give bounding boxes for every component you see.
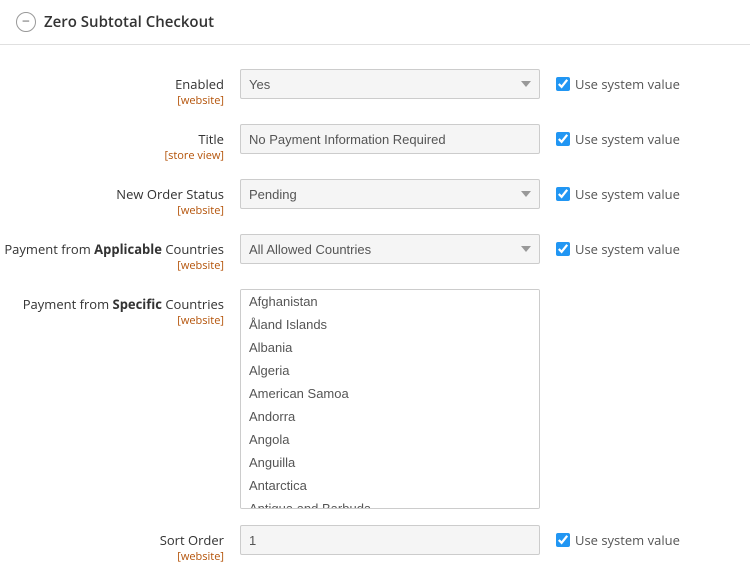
sort-order-row: Sort Order [website] Use system value (0, 517, 750, 572)
payment-applicable-system-value-col: Use system value (540, 234, 680, 258)
title-system-value-text: Use system value (575, 130, 680, 148)
title-field (240, 124, 540, 154)
payment-specific-label-start: Payment from (23, 295, 113, 313)
enabled-label-col: Enabled [website] (0, 69, 240, 108)
payment-specific-label-end: Countries (162, 295, 224, 313)
enabled-system-value-col: Use system value (540, 69, 680, 93)
title-system-value-label[interactable]: Use system value (556, 130, 680, 148)
title-label-col: Title [store view] (0, 124, 240, 163)
enabled-scope: [website] (0, 93, 224, 108)
collapse-button[interactable] (16, 12, 36, 32)
payment-specific-field: AfghanistanÅland IslandsAlbaniaAlgeriaAm… (240, 289, 540, 509)
payment-applicable-field: All Allowed Countries Specific Countries (240, 234, 540, 264)
sort-order-system-value-text: Use system value (575, 531, 680, 549)
sort-order-system-value-checkbox[interactable] (556, 533, 570, 547)
payment-applicable-select[interactable]: All Allowed Countries Specific Countries (240, 234, 540, 264)
section-title: Zero Subtotal Checkout (44, 12, 214, 32)
payment-applicable-system-value-checkbox[interactable] (556, 242, 570, 256)
payment-specific-multiselect[interactable]: AfghanistanÅland IslandsAlbaniaAlgeriaAm… (240, 289, 540, 509)
page-wrapper: Zero Subtotal Checkout Enabled [website]… (0, 0, 750, 588)
title-system-value-checkbox[interactable] (556, 132, 570, 146)
sort-order-scope: [website] (0, 549, 224, 564)
payment-specific-label-bold: Specific (113, 295, 162, 313)
enabled-select[interactable]: Yes No (240, 69, 540, 99)
sort-order-input[interactable] (240, 525, 540, 555)
new-order-status-label-col: New Order Status [website] (0, 179, 240, 218)
enabled-label: Enabled (175, 75, 224, 93)
enabled-system-value-text: Use system value (575, 75, 680, 93)
payment-applicable-label-end: Countries (162, 240, 224, 258)
payment-applicable-label: Payment from Applicable Countries (4, 240, 224, 258)
new-order-status-select-wrapper: Pending Processing (240, 179, 540, 209)
new-order-status-system-value-col: Use system value (540, 179, 680, 203)
payment-applicable-system-value-label[interactable]: Use system value (556, 240, 680, 258)
sort-order-system-value-label[interactable]: Use system value (556, 531, 680, 549)
form-body: Enabled [website] Yes No Use system valu… (0, 45, 750, 588)
sort-order-label: Sort Order (160, 531, 224, 549)
section-header: Zero Subtotal Checkout (0, 0, 750, 45)
enabled-field: Yes No (240, 69, 540, 99)
new-order-status-scope: [website] (0, 203, 224, 218)
payment-applicable-label-bold: Applicable (94, 240, 162, 258)
title-row: Title [store view] Use system value (0, 116, 750, 171)
payment-applicable-label-start: Payment from (4, 240, 94, 258)
new-order-status-field: Pending Processing (240, 179, 540, 209)
payment-specific-label-col: Payment from Specific Countries [website… (0, 289, 240, 328)
enabled-select-wrapper: Yes No (240, 69, 540, 99)
new-order-status-select[interactable]: Pending Processing (240, 179, 540, 209)
payment-applicable-row: Payment from Applicable Countries [websi… (0, 226, 750, 281)
new-order-status-label: New Order Status (116, 185, 224, 203)
payment-applicable-system-value-text: Use system value (575, 240, 680, 258)
payment-applicable-label-col: Payment from Applicable Countries [websi… (0, 234, 240, 273)
new-order-status-row: New Order Status [website] Pending Proce… (0, 171, 750, 226)
title-system-value-col: Use system value (540, 124, 680, 148)
sort-order-label-col: Sort Order [website] (0, 525, 240, 564)
new-order-status-system-value-checkbox[interactable] (556, 187, 570, 201)
title-label: Title (198, 130, 224, 148)
payment-specific-row: Payment from Specific Countries [website… (0, 281, 750, 517)
enabled-system-value-checkbox[interactable] (556, 77, 570, 91)
payment-applicable-select-wrapper: All Allowed Countries Specific Countries (240, 234, 540, 264)
payment-applicable-scope: [website] (0, 258, 224, 273)
title-input[interactable] (240, 124, 540, 154)
payment-specific-label: Payment from Specific Countries (23, 295, 224, 313)
title-scope: [store view] (0, 148, 224, 163)
new-order-status-system-value-label[interactable]: Use system value (556, 185, 680, 203)
sort-order-system-value-col: Use system value (540, 525, 680, 549)
enabled-row: Enabled [website] Yes No Use system valu… (0, 61, 750, 116)
new-order-status-system-value-text: Use system value (575, 185, 680, 203)
enabled-system-value-label[interactable]: Use system value (556, 75, 680, 93)
payment-specific-scope: [website] (0, 313, 224, 328)
sort-order-field (240, 525, 540, 555)
